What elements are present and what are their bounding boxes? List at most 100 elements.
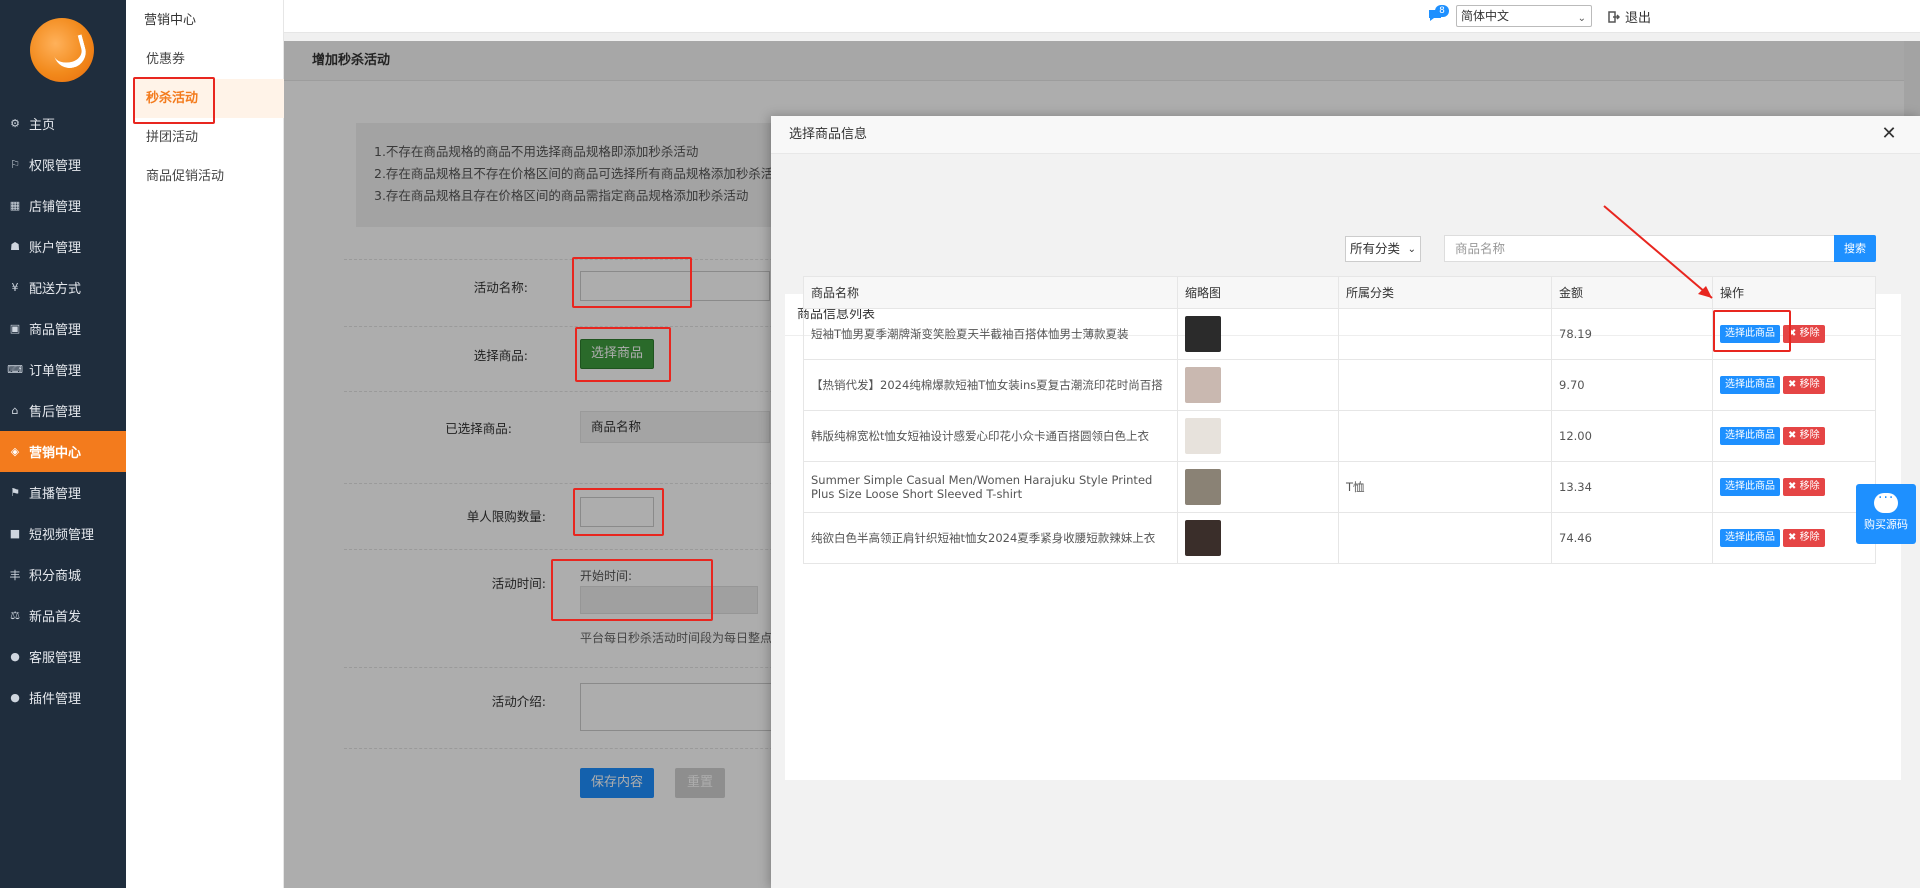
select-this-goods-button[interactable]: 选择此商品 bbox=[1720, 529, 1780, 547]
chat-icon: ● bbox=[10, 650, 20, 663]
goods-thumb-cell bbox=[1177, 512, 1339, 564]
category-select[interactable]: 所有分类 ⌄ bbox=[1345, 236, 1421, 262]
sidebar-item-label: 订单管理 bbox=[29, 364, 82, 379]
close-icon: ✖ bbox=[1788, 481, 1797, 492]
sidebar-item-6[interactable]: ⌨ 订单管理 bbox=[0, 349, 126, 390]
sidebar-item-4[interactable]: ¥ 配送方式 bbox=[0, 267, 126, 308]
tag-icon: ◈ bbox=[10, 445, 20, 458]
goods-name: 纯欲白色半高领正肩针织短袖t恤女2024夏季紧身收腰短款辣妹上衣 bbox=[803, 512, 1178, 564]
goods-category: T恤 bbox=[1338, 461, 1552, 513]
gear-icon: ⚙ bbox=[10, 117, 20, 130]
sidebar-item-1[interactable]: ⚐ 权限管理 bbox=[0, 144, 126, 185]
image-icon: ▣ bbox=[9, 322, 21, 335]
sub-sidebar-title: 营销中心 bbox=[144, 13, 197, 28]
chat-label: 购买源码 bbox=[1864, 518, 1908, 531]
sidebar-item-label: 新品首发 bbox=[29, 610, 82, 625]
sidebar-item-9[interactable]: ⚑ 直播管理 bbox=[0, 472, 126, 513]
goods-thumbnail bbox=[1185, 367, 1221, 403]
keyboard-icon: ⌨ bbox=[7, 363, 23, 376]
plugin-icon: ● bbox=[10, 691, 20, 704]
goods-thumb-cell bbox=[1177, 410, 1339, 462]
close-icon[interactable]: ✕ bbox=[1879, 124, 1899, 144]
sidebar-item-2[interactable]: ▦ 店铺管理 bbox=[0, 185, 126, 226]
goods-category bbox=[1338, 359, 1552, 411]
sidebar-item-label: 配送方式 bbox=[29, 282, 82, 297]
close-icon: ✖ bbox=[1788, 532, 1797, 543]
sidebar-item-label: 账户管理 bbox=[29, 241, 82, 256]
goods-name: 韩版纯棉宽松t恤女短袖设计感爱心印花小众卡通百搭圆领白色上衣 bbox=[803, 410, 1178, 462]
logo bbox=[30, 18, 94, 82]
sidebar-item-label: 权限管理 bbox=[29, 159, 82, 174]
sidebar-item-0[interactable]: ⚙ 主页 bbox=[0, 103, 126, 144]
logout-button[interactable]: 退出 bbox=[1608, 7, 1651, 26]
goods-thumbnail bbox=[1185, 520, 1221, 556]
goods-category bbox=[1338, 410, 1552, 462]
goods-price: 78.19 bbox=[1551, 308, 1713, 360]
remove-button[interactable]: ✖ 移除 bbox=[1783, 376, 1825, 394]
sitemap-icon: ⚐ bbox=[10, 158, 20, 171]
top-bar bbox=[284, 0, 1920, 33]
select-this-goods-button[interactable]: 选择此商品 bbox=[1720, 376, 1780, 394]
remove-button[interactable]: ✖ 移除 bbox=[1783, 478, 1825, 496]
table-row: 纯欲白色半高领正肩针织短袖t恤女2024夏季紧身收腰短款辣妹上衣 74.46 选择此… bbox=[803, 512, 1876, 564]
remove-button[interactable]: ✖ 移除 bbox=[1783, 325, 1825, 343]
annotation-arrow bbox=[1603, 205, 1713, 299]
sidebar-item-12[interactable]: ⚖ 新品首发 bbox=[0, 595, 126, 636]
sub-sidebar-item-2[interactable]: 拼团活动 bbox=[126, 118, 284, 157]
goods-thumbnail bbox=[1185, 469, 1221, 505]
sub-sidebar-item-1[interactable]: 秒杀活动 bbox=[134, 79, 284, 118]
goods-actions: 选择此商品 ✖ 移除 bbox=[1712, 512, 1876, 564]
logout-label: 退出 bbox=[1625, 11, 1652, 26]
goods-thumb-cell bbox=[1177, 359, 1339, 411]
sidebar-item-label: 营销中心 bbox=[29, 446, 82, 461]
remove-label: 移除 bbox=[1799, 430, 1820, 441]
sub-sidebar-item-0[interactable]: 优惠券 bbox=[126, 40, 284, 79]
goods-price: 9.70 bbox=[1551, 359, 1713, 411]
sub-sidebar-item-3[interactable]: 商品促销活动 bbox=[126, 157, 284, 196]
main-sidebar: ⚙ 主页 ⚐ 权限管理 ▦ 店铺管理 ☗ 账户管理 ¥ 配送方式 ▣ 商品管理 ⌨ 订单管理 ⌂ 售后管理 ◈ 营… bbox=[0, 0, 126, 888]
goods-category bbox=[1338, 512, 1552, 564]
sidebar-item-label: 积分商城 bbox=[29, 569, 82, 584]
video-icon: ■ bbox=[9, 527, 21, 540]
chevron-down-icon: ⌄ bbox=[1407, 244, 1416, 255]
sidebar-item-13[interactable]: ● 客服管理 bbox=[0, 636, 126, 677]
sidebar-item-14[interactable]: ● 插件管理 bbox=[0, 677, 126, 718]
goods-actions: 选择此商品 ✖ 移除 bbox=[1712, 461, 1876, 513]
table-row: 【热销代发】2024纯棉爆款短袖T恤女装ins夏复古潮流印花时尚百搭 9.70 选择… bbox=[803, 359, 1876, 411]
col-category: 所属分类 bbox=[1338, 276, 1552, 309]
remove-button[interactable]: ✖ 移除 bbox=[1783, 529, 1825, 547]
remove-button[interactable]: ✖ 移除 bbox=[1783, 427, 1825, 445]
goods-actions: 选择此商品 ✖ 移除 bbox=[1712, 410, 1876, 462]
search-button[interactable]: 搜索 bbox=[1834, 235, 1876, 262]
sidebar-item-label: 主页 bbox=[29, 118, 56, 133]
map-icon: ▦ bbox=[9, 199, 21, 212]
goods-category bbox=[1338, 308, 1552, 360]
sub-sidebar-items: 优惠券 秒杀活动 拼团活动 商品促销活动 bbox=[126, 40, 284, 196]
goods-price: 13.34 bbox=[1551, 461, 1713, 513]
category-value: 所有分类 bbox=[1350, 241, 1401, 256]
sidebar-item-5[interactable]: ▣ 商品管理 bbox=[0, 308, 126, 349]
table-row: 短袖T恤男夏季潮牌渐变笑脸夏天半截袖百搭体恤男士薄款夏装 78.19 选择此商品 ✖ … bbox=[803, 308, 1876, 360]
table-row: 韩版纯棉宽松t恤女短袖设计感爱心印花小众卡通百搭圆领白色上衣 12.00 选择此商品… bbox=[803, 410, 1876, 462]
goods-table: 商品名称 缩略图 所属分类 金额 操作 短袖T恤男夏季潮牌渐变笑脸夏天半截袖百搭… bbox=[803, 276, 1876, 564]
language-select[interactable]: 简体中文 ⌄ bbox=[1456, 5, 1592, 27]
sidebar-item-label: 客服管理 bbox=[29, 651, 82, 666]
sidebar-item-10[interactable]: ■ 短视频管理 bbox=[0, 513, 126, 554]
goods-actions: 选择此商品 ✖ 移除 bbox=[1712, 359, 1876, 411]
select-this-goods-button[interactable]: 选择此商品 bbox=[1720, 427, 1780, 445]
select-this-goods-button[interactable]: 选择此商品 bbox=[1720, 478, 1780, 496]
close-icon: ✖ bbox=[1788, 430, 1797, 441]
goods-thumb-cell bbox=[1177, 308, 1339, 360]
select-this-goods-button[interactable]: 选择此商品 bbox=[1720, 325, 1780, 343]
sidebar-item-8[interactable]: ◈ 营销中心 bbox=[0, 431, 126, 472]
close-icon: ✖ bbox=[1788, 379, 1797, 390]
goods-thumbnail bbox=[1185, 316, 1221, 352]
sidebar-item-label: 店铺管理 bbox=[29, 200, 82, 215]
sidebar-item-3[interactable]: ☗ 账户管理 bbox=[0, 226, 126, 267]
sidebar-item-label: 插件管理 bbox=[29, 692, 82, 707]
buy-source-chat-button[interactable]: 购买源码 bbox=[1856, 484, 1916, 544]
sidebar-item-11[interactable]: 丰积分商城 bbox=[0, 554, 126, 595]
col-thumb: 缩略图 bbox=[1177, 276, 1339, 309]
table-row: Summer Simple Casual Men/Women Harajuku … bbox=[803, 461, 1876, 513]
sidebar-item-7[interactable]: ⌂ 售后管理 bbox=[0, 390, 126, 431]
